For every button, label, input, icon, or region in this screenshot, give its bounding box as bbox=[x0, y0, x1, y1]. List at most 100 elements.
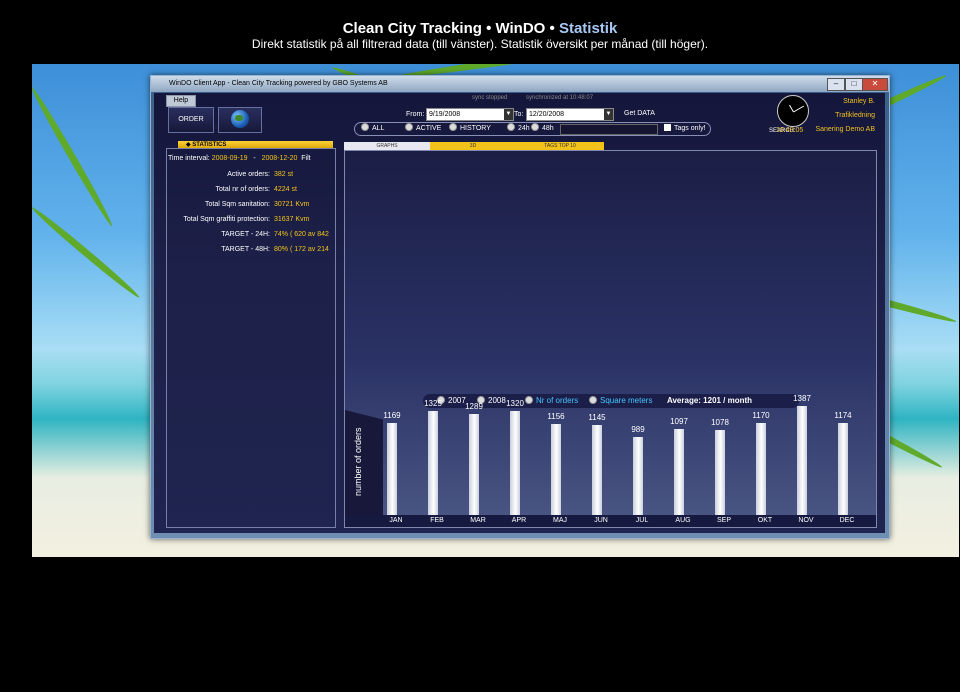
tab-tags-top-10[interactable]: TAGS TOP 10 bbox=[516, 142, 604, 150]
palm-leaf bbox=[32, 204, 142, 301]
stat-value: 74% ( 620 av 842 bbox=[274, 231, 329, 238]
stat-value: 30721 Kvm bbox=[274, 201, 310, 208]
bar-value-label: 1387 bbox=[793, 394, 811, 404]
bar-dec[interactable] bbox=[838, 422, 848, 515]
bar-maj[interactable] bbox=[551, 424, 561, 515]
bar-mar[interactable] bbox=[469, 413, 479, 515]
bar-aug[interactable] bbox=[674, 428, 684, 515]
bar-value-label: 1156 bbox=[547, 412, 565, 422]
month-label: AUG bbox=[675, 517, 691, 524]
user-company: Sanering Demo AB bbox=[815, 126, 875, 133]
month-label: JUL bbox=[635, 517, 649, 524]
search-input[interactable]: SEARCH: bbox=[560, 124, 796, 135]
bar-nov[interactable] bbox=[797, 406, 807, 515]
bar-jun[interactable] bbox=[592, 425, 602, 515]
month-label: NOV bbox=[798, 517, 814, 524]
radio-icon bbox=[531, 123, 539, 131]
filter-active[interactable]: ACTIVE bbox=[405, 123, 441, 135]
bar-value-label: 1097 bbox=[670, 416, 688, 426]
bar-value-label: 1169 bbox=[383, 411, 401, 421]
from-label: From: bbox=[406, 111, 425, 118]
bar-apr[interactable] bbox=[510, 411, 520, 515]
filter-48h[interactable]: 48h bbox=[531, 123, 554, 135]
user-name: Stanley B. bbox=[843, 98, 875, 105]
bar-jan[interactable] bbox=[387, 423, 397, 515]
filter-24h[interactable]: 24h bbox=[507, 123, 530, 135]
bar-value-label: 1325 bbox=[424, 398, 442, 408]
radio-icon bbox=[449, 123, 457, 131]
order-button[interactable]: ORDER bbox=[168, 107, 214, 133]
bar-value-label: 1289 bbox=[465, 401, 483, 411]
month-label: FEB bbox=[430, 517, 444, 524]
globe-icon bbox=[231, 110, 249, 128]
chart-area: ⁞ 2007 2008 Nr of orders Square meters A… bbox=[344, 150, 877, 528]
chevron-down-icon[interactable]: ▼ bbox=[604, 109, 613, 120]
to-label: To: bbox=[514, 111, 524, 118]
bar-feb[interactable] bbox=[428, 410, 438, 515]
minimize-button[interactable]: – bbox=[827, 78, 845, 91]
time-interval-row: Time interval: 2008-09-19 - 2008-12-20 F… bbox=[168, 155, 311, 162]
month-label: JUN bbox=[594, 517, 608, 524]
maximize-button[interactable]: □ bbox=[845, 78, 863, 91]
stat-value: 4224 st bbox=[274, 186, 297, 193]
tab-graphs[interactable]: GRAPHS bbox=[344, 142, 430, 150]
clock-time: 10:49:05 bbox=[776, 127, 804, 134]
user-info: Stanley B. Trafikledning Sanering Demo A… bbox=[805, 95, 875, 137]
user-role: Trafikledning bbox=[835, 112, 875, 119]
stat-value: 80% ( 172 av 214 bbox=[274, 246, 329, 253]
radio-icon bbox=[405, 123, 413, 131]
radio-icon bbox=[361, 123, 369, 131]
bar-value-label: 1145 bbox=[588, 413, 606, 423]
bar-okt[interactable] bbox=[756, 423, 766, 515]
app-content: Help ORDER sync stopped synchronized at … bbox=[154, 93, 885, 533]
filter-all[interactable]: ALL bbox=[361, 123, 384, 135]
bar-value-label: 989 bbox=[631, 425, 645, 435]
stat-label: Total nr of orders: bbox=[215, 186, 270, 193]
radio-icon bbox=[589, 396, 597, 404]
caption-title: Clean City Tracking • WinDO • Statistik bbox=[342, 20, 618, 37]
chevron-down-icon[interactable]: ▼ bbox=[504, 109, 513, 120]
radio-icon bbox=[507, 123, 515, 131]
month-label: MAJ bbox=[553, 517, 567, 524]
stat-label: Total Sqm graffiti protection: bbox=[183, 216, 270, 223]
y-axis-panel bbox=[345, 410, 383, 527]
average-label: Average: 1201 / month bbox=[667, 396, 753, 405]
filter-bar: ALL ACTIVE HISTORY 24h 48h SEARCH: Tags … bbox=[354, 122, 796, 136]
stat-label: Active orders: bbox=[227, 171, 270, 178]
stat-value: 31637 Kvm bbox=[274, 216, 310, 223]
month-label: APR bbox=[511, 517, 527, 524]
caption-title-accent: Statistik bbox=[558, 20, 618, 37]
bar-value-label: 1170 bbox=[752, 411, 770, 421]
month-label: DEC bbox=[839, 517, 855, 524]
tab-3d[interactable]: 3D bbox=[430, 142, 516, 150]
sync-status: sync stopped bbox=[472, 95, 508, 101]
month-label: MAR bbox=[470, 517, 486, 524]
window-titlebar[interactable]: WinDO Client App - Clean City Tracking p… bbox=[151, 76, 889, 92]
stat-label: Total Sqm sanitation: bbox=[205, 201, 270, 208]
to-date-field[interactable]: 12/20/2008 ▼ bbox=[526, 108, 614, 121]
bar-value-label: 1078 bbox=[711, 418, 729, 428]
caption-subtitle: Direkt statistik på all filtrerad data (… bbox=[251, 37, 709, 51]
bar-sep[interactable] bbox=[715, 430, 725, 515]
help-button[interactable]: Help bbox=[166, 95, 196, 107]
bar-jul[interactable] bbox=[633, 437, 643, 515]
window-title: WinDO Client App - Clean City Tracking p… bbox=[169, 80, 388, 87]
month-label: JAN bbox=[389, 517, 403, 524]
app-window: WinDO Client App - Clean City Tracking p… bbox=[150, 75, 890, 539]
palm-leaf bbox=[32, 85, 116, 228]
bar-value-label: 1320 bbox=[506, 399, 524, 409]
tags-only-checkbox[interactable]: Tags only! bbox=[664, 123, 706, 135]
map-button[interactable] bbox=[218, 107, 262, 133]
filter-history[interactable]: HISTORY bbox=[449, 123, 491, 135]
sync-time: synchronized at 10:48:07 bbox=[526, 95, 594, 101]
get-data-button[interactable]: Get DATA bbox=[624, 108, 655, 119]
y-axis-label: number of orders bbox=[353, 427, 363, 496]
close-button[interactable]: ✕ bbox=[862, 78, 888, 91]
stat-label: TARGET - 48H: bbox=[221, 246, 270, 253]
from-date-field[interactable]: 9/19/2008 ▼ bbox=[426, 108, 514, 121]
month-label: SEP bbox=[716, 517, 731, 524]
stat-label: TARGET - 24H: bbox=[221, 231, 270, 238]
checkbox-icon bbox=[664, 124, 671, 131]
bar-value-label: 1174 bbox=[834, 410, 852, 420]
option-square-meters[interactable]: Square meters bbox=[589, 394, 652, 408]
